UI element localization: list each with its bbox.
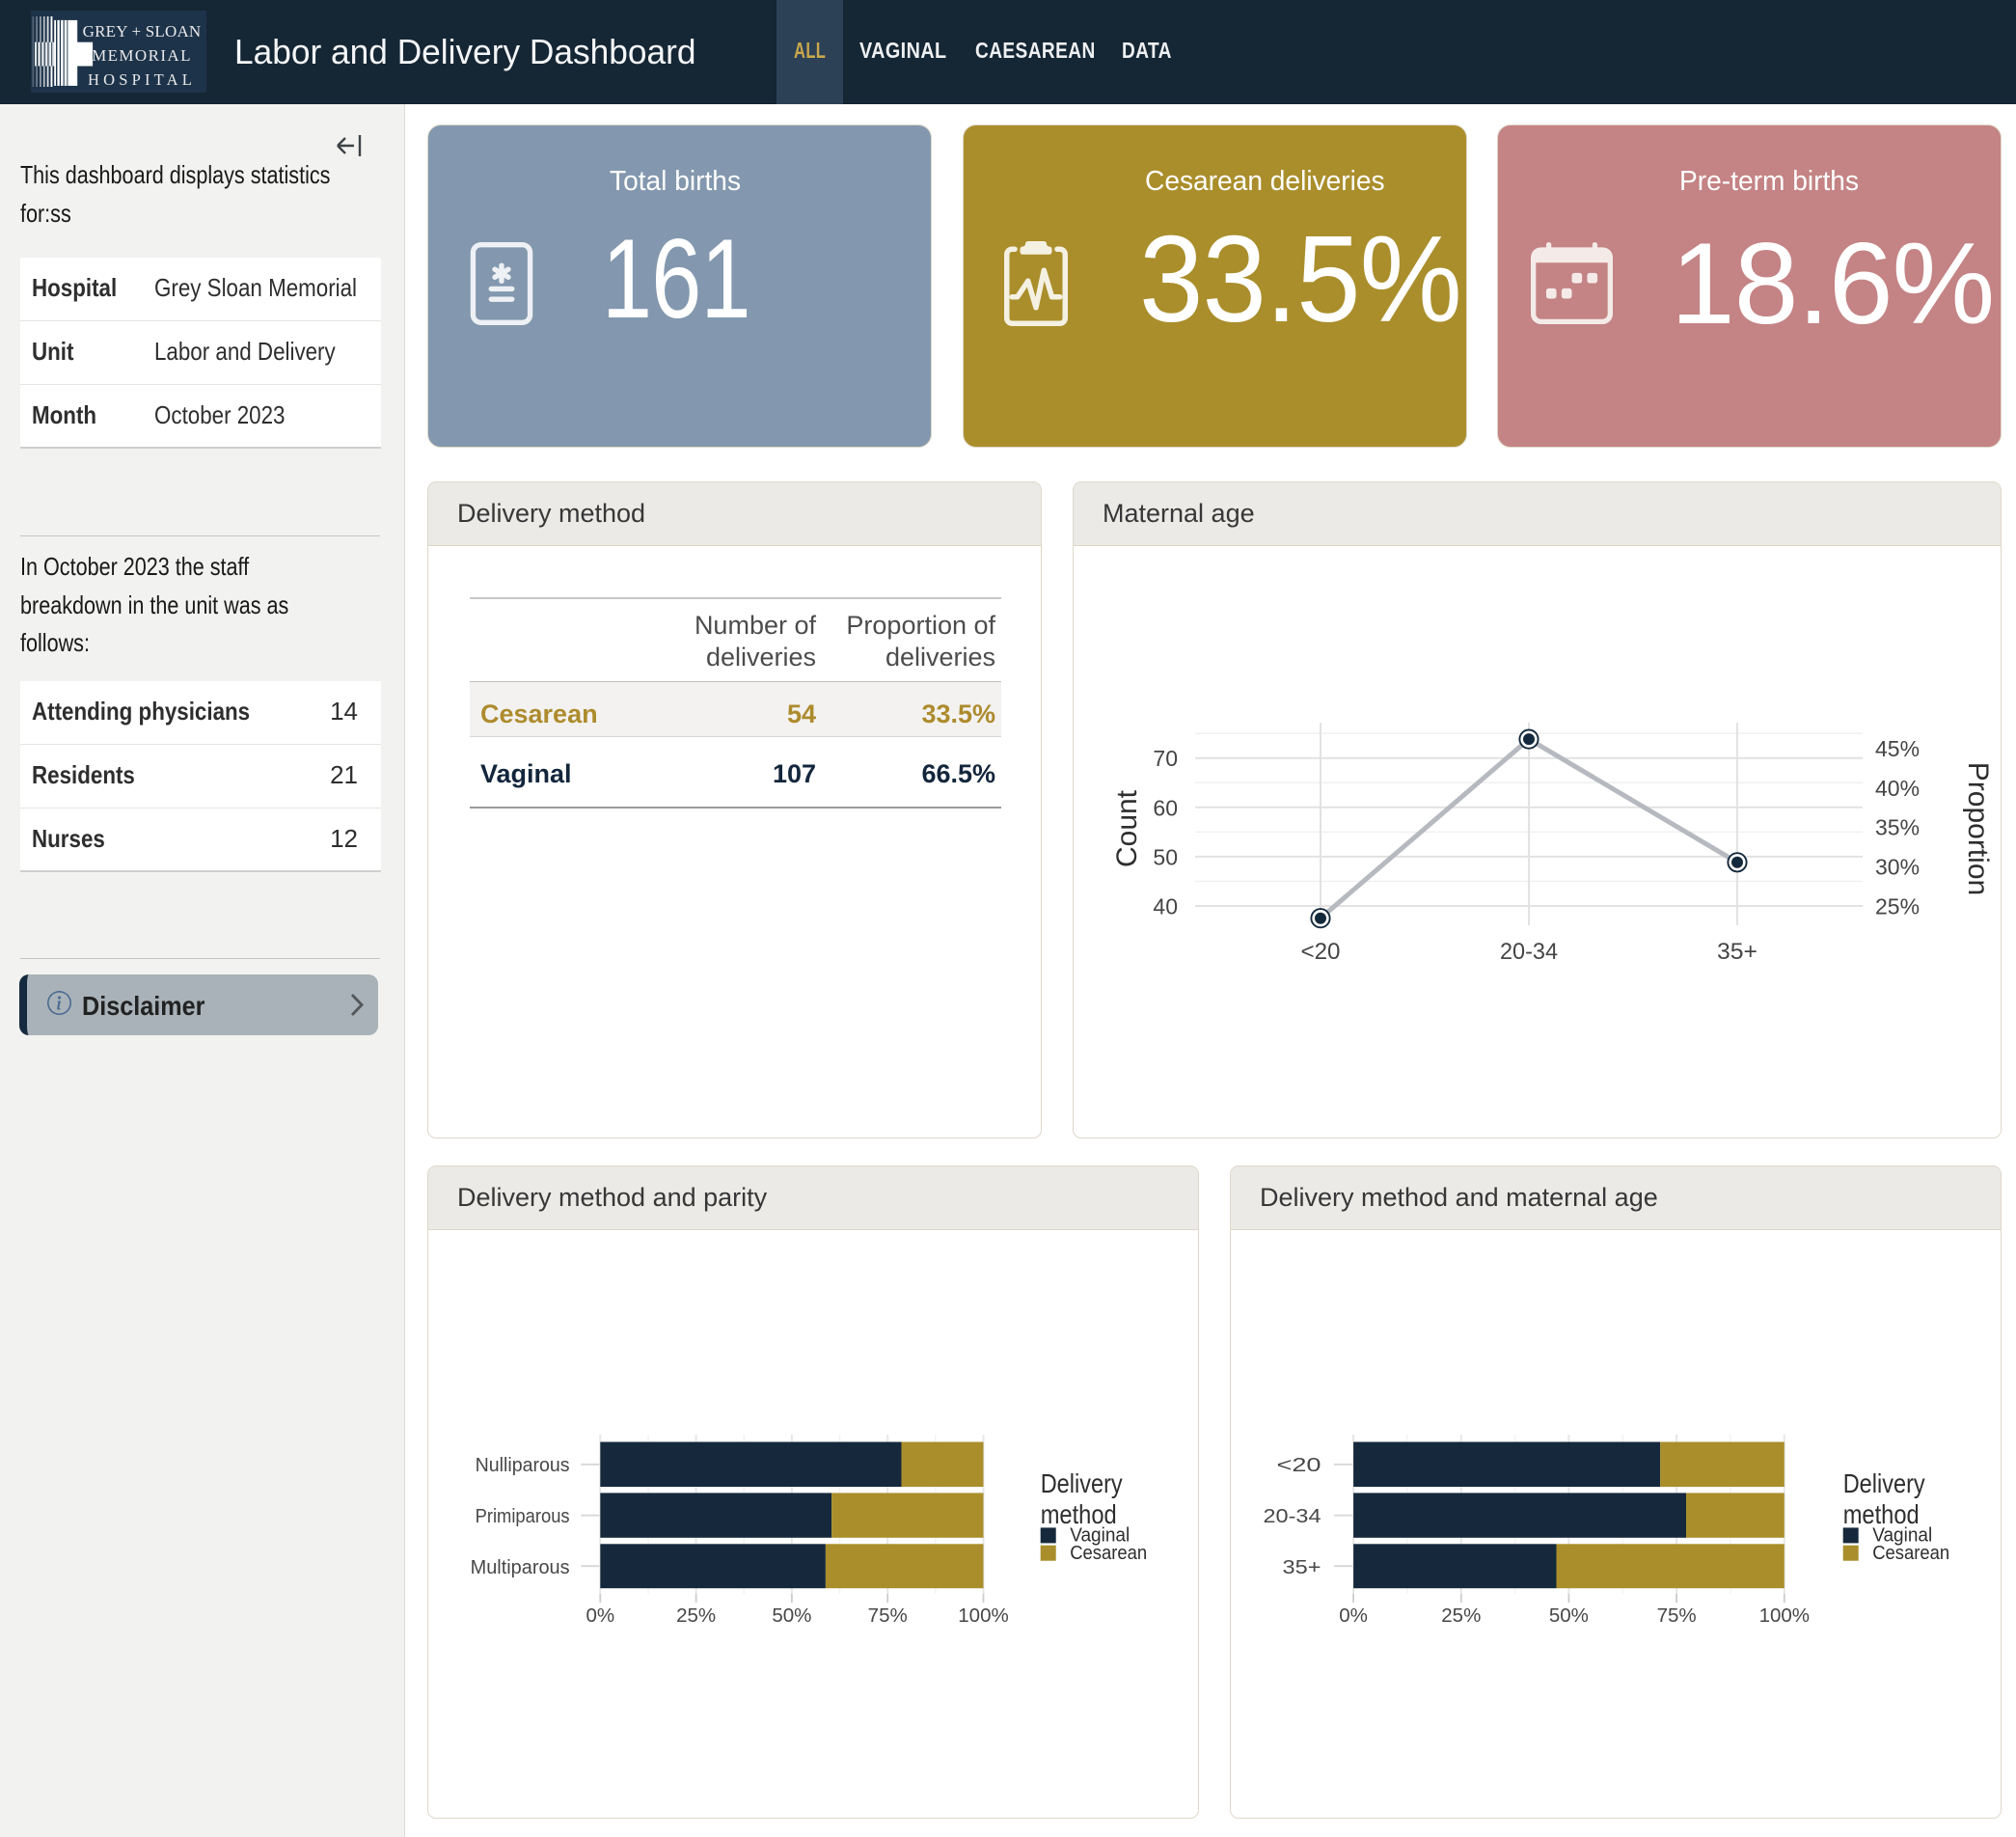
svg-text:Proportion: Proportion (1962, 762, 1994, 895)
svg-text:0%: 0% (586, 1604, 614, 1627)
svg-text:50%: 50% (1549, 1604, 1589, 1627)
svg-text:Delivery: Delivery (1041, 1468, 1123, 1498)
svg-text:50%: 50% (772, 1604, 811, 1627)
svg-text:Cesarean: Cesarean (1872, 1543, 1949, 1564)
svg-text:100%: 100% (958, 1604, 1008, 1627)
svg-text:60: 60 (1153, 795, 1178, 820)
svg-text:40: 40 (1153, 894, 1178, 919)
svg-text:20-34: 20-34 (1500, 939, 1558, 965)
svg-text:Nulliparous: Nulliparous (476, 1454, 570, 1476)
svg-text:Cesarean: Cesarean (1070, 1543, 1147, 1564)
svg-text:35+: 35+ (1717, 939, 1757, 965)
svg-text:Multiparous: Multiparous (471, 1556, 570, 1578)
svg-text:40%: 40% (1875, 776, 1920, 801)
svg-text:70: 70 (1153, 746, 1178, 771)
svg-text:45%: 45% (1875, 736, 1920, 761)
svg-text:100%: 100% (1759, 1604, 1810, 1627)
svg-text:35%: 35% (1875, 815, 1920, 840)
svg-text:25%: 25% (1875, 894, 1920, 919)
svg-text:Primiparous: Primiparous (476, 1505, 570, 1527)
svg-text:<20: <20 (1277, 1454, 1321, 1476)
svg-text:25%: 25% (676, 1604, 716, 1627)
svg-text:50: 50 (1153, 844, 1178, 869)
svg-text:Count: Count (1111, 789, 1143, 867)
svg-text:35+: 35+ (1283, 1556, 1321, 1578)
svg-text:Delivery: Delivery (1843, 1468, 1925, 1498)
svg-text:25%: 25% (1441, 1604, 1481, 1627)
svg-text:<20: <20 (1301, 939, 1341, 965)
svg-text:30%: 30% (1875, 855, 1920, 880)
svg-text:75%: 75% (1657, 1604, 1697, 1627)
svg-text:0%: 0% (1339, 1604, 1368, 1627)
svg-text:75%: 75% (868, 1604, 908, 1627)
svg-text:20-34: 20-34 (1264, 1505, 1321, 1527)
